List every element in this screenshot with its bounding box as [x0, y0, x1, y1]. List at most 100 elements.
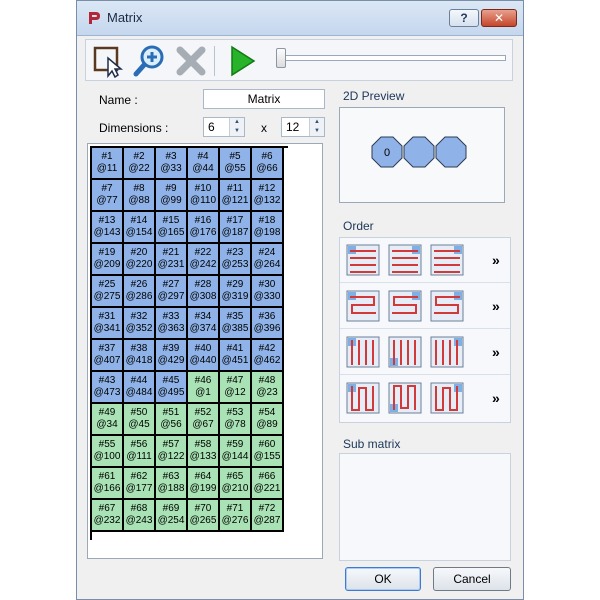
matrix-cell[interactable]: #10 @110: [188, 180, 220, 212]
order-column-rev-icon[interactable]: [430, 336, 464, 368]
select-icon[interactable]: [92, 44, 126, 78]
matrix-cell[interactable]: #58 @133: [188, 436, 220, 468]
matrix-cell[interactable]: #51 @56: [156, 404, 188, 436]
matrix-cell[interactable]: #6 @66: [252, 148, 284, 180]
order-row-3-more-button[interactable]: »: [492, 344, 500, 360]
matrix-cell[interactable]: #41 @451: [220, 340, 252, 372]
help-button[interactable]: ?: [449, 9, 479, 27]
matrix-cell[interactable]: #16 @176: [188, 212, 220, 244]
order-column-tb-icon[interactable]: [346, 336, 380, 368]
matrix-cell[interactable]: #35 @385: [220, 308, 252, 340]
matrix-cell[interactable]: #38 @418: [124, 340, 156, 372]
matrix-cell[interactable]: #47 @12: [220, 372, 252, 404]
dimension-y-stepper[interactable]: 12 ▲ ▼: [281, 117, 325, 137]
dimension-y-down-button[interactable]: ▼: [310, 127, 324, 136]
matrix-grid-panel[interactable]: #1 @11 #2 @22 #3 @33 #4 @44 #5 @55 #6 @66 #7 @77 #8 @88…: [87, 143, 323, 559]
matrix-cell[interactable]: #26 @286: [124, 276, 156, 308]
matrix-cell[interactable]: #37 @407: [92, 340, 124, 372]
matrix-cell[interactable]: #8 @88: [124, 180, 156, 212]
matrix-cell[interactable]: #7 @77: [92, 180, 124, 212]
matrix-cell[interactable]: #2 @22: [124, 148, 156, 180]
matrix-cell[interactable]: #71 @276: [220, 500, 252, 532]
matrix-cell[interactable]: #40 @440: [188, 340, 220, 372]
matrix-cell[interactable]: #4 @44: [188, 148, 220, 180]
matrix-cell[interactable]: #13 @143: [92, 212, 124, 244]
matrix-cell[interactable]: #67 @232: [92, 500, 124, 532]
matrix-cell[interactable]: #45 @495: [156, 372, 188, 404]
matrix-cell[interactable]: #34 @374: [188, 308, 220, 340]
matrix-cell[interactable]: #14 @154: [124, 212, 156, 244]
matrix-cell[interactable]: #9 @99: [156, 180, 188, 212]
order-snake-rev-icon[interactable]: [430, 290, 464, 322]
order-column-snake-icon[interactable]: [346, 382, 380, 414]
matrix-cell[interactable]: #62 @177: [124, 468, 156, 500]
frame-slider-thumb[interactable]: [276, 48, 286, 68]
matrix-cell[interactable]: #25 @275: [92, 276, 124, 308]
order-row-lr-alt-icon[interactable]: [388, 244, 422, 276]
matrix-cell[interactable]: #31 @341: [92, 308, 124, 340]
matrix-cell[interactable]: #42 @462: [252, 340, 284, 372]
order-column-snake-rev-icon[interactable]: [430, 382, 464, 414]
matrix-cell[interactable]: #18 @198: [252, 212, 284, 244]
matrix-cell[interactable]: #29 @319: [220, 276, 252, 308]
order-row-2-more-button[interactable]: »: [492, 298, 500, 314]
matrix-cell[interactable]: #68 @243: [124, 500, 156, 532]
matrix-cell[interactable]: #56 @111: [124, 436, 156, 468]
matrix-cell[interactable]: #32 @352: [124, 308, 156, 340]
matrix-cell[interactable]: #19 @209: [92, 244, 124, 276]
frame-slider-track[interactable]: [278, 55, 506, 61]
matrix-cell[interactable]: #27 @297: [156, 276, 188, 308]
order-row-rl-icon[interactable]: [430, 244, 464, 276]
matrix-cell[interactable]: #30 @330: [252, 276, 284, 308]
matrix-cell[interactable]: #21 @231: [156, 244, 188, 276]
ok-button[interactable]: OK: [345, 567, 421, 591]
matrix-cell[interactable]: #49 @34: [92, 404, 124, 436]
matrix-cell[interactable]: #17 @187: [220, 212, 252, 244]
matrix-cell[interactable]: #39 @429: [156, 340, 188, 372]
matrix-cell[interactable]: #55 @100: [92, 436, 124, 468]
matrix-cell[interactable]: #54 @89: [252, 404, 284, 436]
zoom-icon[interactable]: [132, 44, 166, 78]
matrix-cell[interactable]: #64 @199: [188, 468, 220, 500]
matrix-cell[interactable]: #43 @473: [92, 372, 124, 404]
matrix-cell[interactable]: #36 @396: [252, 308, 284, 340]
matrix-cell[interactable]: #5 @55: [220, 148, 252, 180]
matrix-cell[interactable]: #63 @188: [156, 468, 188, 500]
matrix-cell[interactable]: #61 @166: [92, 468, 124, 500]
matrix-cell[interactable]: #3 @33: [156, 148, 188, 180]
close-button[interactable]: ✕: [481, 9, 517, 27]
order-snake-icon[interactable]: [346, 290, 380, 322]
matrix-cell[interactable]: #24 @264: [252, 244, 284, 276]
matrix-cell[interactable]: #70 @265: [188, 500, 220, 532]
order-row-4-more-button[interactable]: »: [492, 390, 500, 406]
matrix-cell[interactable]: #72 @287: [252, 500, 284, 532]
order-snake-alt-icon[interactable]: [388, 290, 422, 322]
matrix-cell[interactable]: #33 @363: [156, 308, 188, 340]
cancel-button[interactable]: Cancel: [433, 567, 511, 591]
matrix-cell[interactable]: #20 @220: [124, 244, 156, 276]
matrix-cell[interactable]: #59 @144: [220, 436, 252, 468]
matrix-cell[interactable]: #60 @155: [252, 436, 284, 468]
matrix-cell[interactable]: #1 @11: [92, 148, 124, 180]
matrix-cell[interactable]: #65 @210: [220, 468, 252, 500]
order-row-1-more-button[interactable]: »: [492, 252, 500, 268]
matrix-cell[interactable]: #69 @254: [156, 500, 188, 532]
order-column-snake-alt-icon[interactable]: [388, 382, 422, 414]
matrix-cell[interactable]: #28 @308: [188, 276, 220, 308]
matrix-cell[interactable]: #12 @132: [252, 180, 284, 212]
play-icon[interactable]: [224, 44, 258, 78]
matrix-cell[interactable]: #15 @165: [156, 212, 188, 244]
matrix-cell[interactable]: #57 @122: [156, 436, 188, 468]
dimension-x-stepper[interactable]: 6 ▲ ▼: [203, 117, 245, 137]
matrix-cell[interactable]: #52 @67: [188, 404, 220, 436]
matrix-cell[interactable]: #50 @45: [124, 404, 156, 436]
title-bar[interactable]: Matrix ? ✕: [77, 1, 523, 36]
name-input[interactable]: Matrix: [203, 89, 325, 109]
dimension-x-down-button[interactable]: ▼: [230, 127, 244, 136]
matrix-cell[interactable]: #48 @23: [252, 372, 284, 404]
order-row-lr-icon[interactable]: [346, 244, 380, 276]
delete-icon[interactable]: [174, 44, 208, 78]
matrix-cell[interactable]: #46 @1: [188, 372, 220, 404]
order-column-bt-icon[interactable]: [388, 336, 422, 368]
matrix-cell[interactable]: #11 @121: [220, 180, 252, 212]
